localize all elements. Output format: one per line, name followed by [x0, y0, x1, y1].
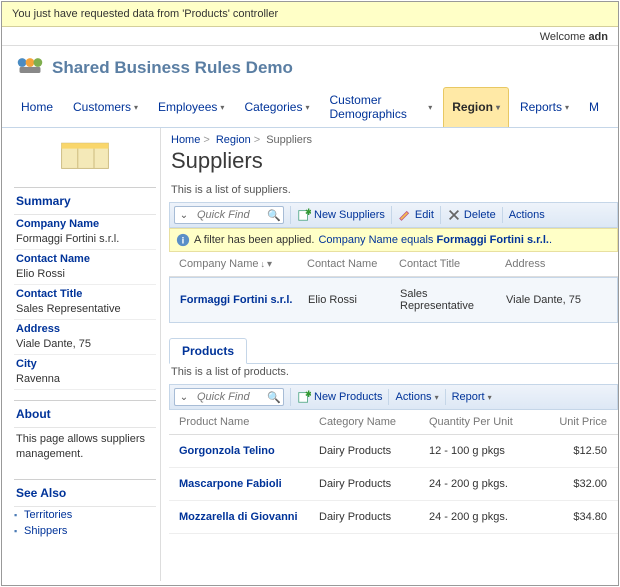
- search-icon[interactable]: 🔍: [265, 391, 283, 404]
- summary-label: Contact Title: [14, 285, 156, 302]
- page-title: Suppliers: [161, 148, 618, 182]
- col-title[interactable]: Contact Title: [393, 258, 499, 270]
- nav-tab-reports[interactable]: Reports▾: [511, 87, 578, 127]
- quickfind-input[interactable]: [193, 389, 265, 405]
- product-link[interactable]: Mascarpone Fabioli: [173, 478, 313, 490]
- products-toolbar: ⌄ 🔍 ✱ New Products Actions▾ Report▾: [169, 384, 618, 410]
- products-grid: Product Name Category Name Quantity Per …: [169, 410, 618, 534]
- nav-tab-categories[interactable]: Categories▾: [235, 87, 318, 127]
- col-qty[interactable]: Quantity Per Unit: [423, 416, 543, 428]
- new-suppliers-button[interactable]: ✱ New Suppliers: [290, 206, 391, 224]
- logo-icon: [16, 54, 44, 81]
- suppliers-desc: This is a list of suppliers.: [161, 182, 618, 202]
- folder-icon: [14, 128, 156, 187]
- nav-tab-region[interactable]: Region▾: [443, 87, 509, 127]
- products-tabs: Products: [169, 337, 618, 364]
- product-link[interactable]: Mozzarella di Giovanni: [173, 511, 313, 523]
- table-row[interactable]: Mozzarella di GiovanniDairy Products24 -…: [169, 501, 618, 534]
- expand-icon[interactable]: ⌄: [175, 210, 193, 221]
- nav-tab-customers[interactable]: Customers▾: [64, 87, 147, 127]
- crumb-home[interactable]: Home: [171, 134, 200, 146]
- summary-label: Contact Name: [14, 250, 156, 267]
- chevron-down-icon: ▾: [428, 103, 432, 112]
- chevron-down-icon: ▾: [220, 103, 224, 112]
- products-header: Product Name Category Name Quantity Per …: [169, 410, 618, 435]
- actions-button[interactable]: Actions: [502, 207, 551, 223]
- summary-title: Summary: [14, 190, 156, 215]
- suppliers-header: Company Name↓▾ Contact Name Contact Titl…: [169, 252, 618, 277]
- company-link[interactable]: Formaggi Fortini s.r.l.: [174, 294, 302, 306]
- chevron-down-icon: ▾: [565, 103, 569, 112]
- seealso-title: See Also: [14, 482, 156, 507]
- summary-value: Formaggi Fortini s.r.l.: [14, 232, 156, 250]
- chevron-down-icon: ▾: [435, 393, 439, 402]
- crumb-region[interactable]: Region: [216, 134, 251, 146]
- delete-button[interactable]: Delete: [440, 206, 502, 224]
- col-company[interactable]: Company Name↓▾: [173, 258, 301, 270]
- quickfind-input[interactable]: [193, 207, 265, 223]
- nav-tab-employees[interactable]: Employees▾: [149, 87, 233, 127]
- tab-products[interactable]: Products: [169, 338, 247, 364]
- suppliers-grid: Company Name↓▾ Contact Name Contact Titl…: [169, 252, 618, 323]
- report-button[interactable]: Report▾: [445, 389, 498, 405]
- about-title: About: [14, 403, 156, 428]
- product-link[interactable]: Gorgonzola Telino: [173, 445, 313, 457]
- new-products-button[interactable]: ✱ New Products: [290, 388, 388, 406]
- table-row[interactable]: Gorgonzola TelinoDairy Products12 - 100 …: [169, 435, 618, 468]
- table-row[interactable]: Mascarpone FabioliDairy Products24 - 200…: [169, 468, 618, 501]
- info-icon: i: [176, 233, 190, 247]
- svg-text:✱: ✱: [305, 390, 311, 399]
- nav-tabs: HomeCustomers▾Employees▾Categories▾Custo…: [2, 87, 618, 128]
- summary-value: Sales Representative: [14, 302, 156, 320]
- breadcrumb: Home> Region> Suppliers: [161, 128, 618, 148]
- nav-tab-m[interactable]: M: [580, 87, 608, 127]
- summary-label: City: [14, 355, 156, 372]
- search-icon[interactable]: 🔍: [265, 209, 283, 222]
- nav-tab-customer-demographics[interactable]: Customer Demographics▾: [320, 87, 441, 127]
- col-price[interactable]: Unit Price: [543, 416, 613, 428]
- filter-icon: ▾: [267, 259, 272, 270]
- svg-text:✱: ✱: [305, 208, 311, 217]
- summary-value: Viale Dante, 75: [14, 337, 156, 355]
- table-row[interactable]: Formaggi Fortini s.r.l. Elio Rossi Sales…: [169, 277, 618, 323]
- main: Home> Region> Suppliers Suppliers This i…: [160, 128, 618, 581]
- suppliers-toolbar: ⌄ 🔍 ✱ New Suppliers Edit Delete Ac: [169, 202, 618, 228]
- products-desc: This is a list of products.: [161, 364, 618, 384]
- chevron-down-icon: ▾: [305, 103, 309, 112]
- col-address[interactable]: Address: [499, 258, 599, 270]
- col-product[interactable]: Product Name: [173, 416, 313, 428]
- filter-bar: i A filter has been applied. Company Nam…: [169, 228, 618, 252]
- expand-icon[interactable]: ⌄: [175, 392, 193, 403]
- welcome: Welcome adn: [2, 27, 618, 46]
- sort-desc-icon: ↓: [260, 259, 265, 269]
- about-text: This page allows suppliers management.: [14, 428, 156, 469]
- chevron-down-icon: ▾: [496, 103, 500, 112]
- summary-value: Ravenna: [14, 372, 156, 390]
- summary-label: Address: [14, 320, 156, 337]
- sidebar: Summary Company NameFormaggi Fortini s.r…: [2, 128, 160, 581]
- chevron-down-icon: ▾: [134, 103, 138, 112]
- app-title: Shared Business Rules Demo: [52, 58, 293, 78]
- alert-bar: You just have requested data from 'Produ…: [2, 2, 618, 27]
- nav-tab-home[interactable]: Home: [12, 87, 62, 127]
- col-category[interactable]: Category Name: [313, 416, 423, 428]
- seealso-link[interactable]: Territories: [14, 507, 156, 523]
- summary-label: Company Name: [14, 215, 156, 232]
- actions-button[interactable]: Actions▾: [388, 389, 444, 405]
- filter-link[interactable]: Company Name equals Formaggi Fortini s.r…: [318, 234, 552, 246]
- header: Shared Business Rules Demo: [2, 46, 618, 87]
- seealso-link[interactable]: Shippers: [14, 523, 156, 539]
- edit-button[interactable]: Edit: [391, 206, 440, 224]
- summary-value: Elio Rossi: [14, 267, 156, 285]
- col-contact[interactable]: Contact Name: [301, 258, 393, 270]
- chevron-down-icon: ▾: [488, 393, 492, 402]
- crumb-current: Suppliers: [266, 134, 312, 146]
- svg-text:i: i: [182, 236, 185, 247]
